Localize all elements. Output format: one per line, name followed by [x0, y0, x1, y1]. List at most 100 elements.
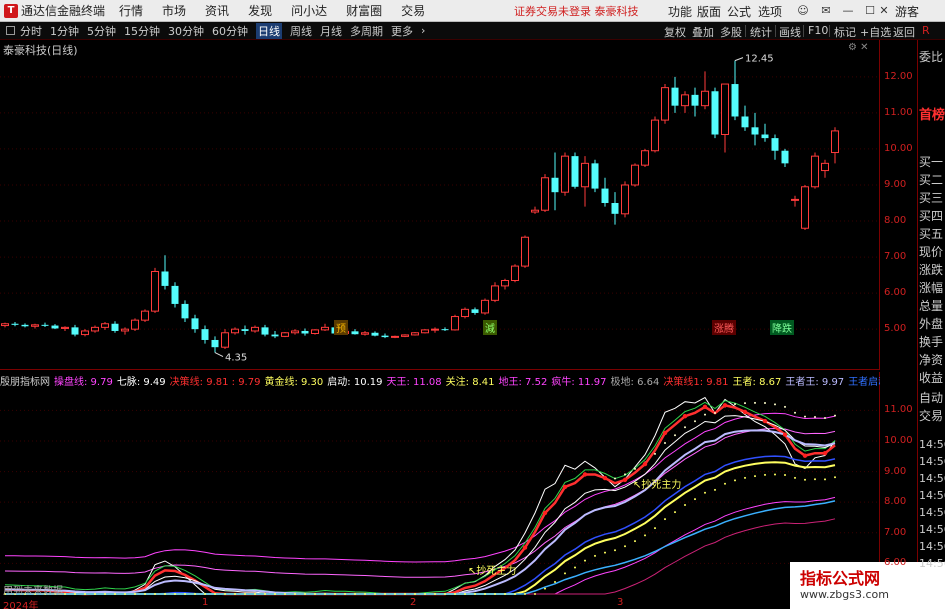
- candle[interactable]: [531, 206, 539, 214]
- candle[interactable]: [821, 159, 829, 178]
- tb-stats[interactable]: 统计: [750, 24, 772, 40]
- candle[interactable]: [571, 152, 579, 189]
- candle[interactable]: [381, 333, 389, 339]
- candle[interactable]: [281, 332, 289, 338]
- candle[interactable]: [361, 330, 369, 336]
- candle[interactable]: [31, 323, 39, 329]
- smile-icon[interactable]: ☺: [795, 2, 811, 18]
- candle[interactable]: [641, 148, 649, 167]
- candle[interactable]: [761, 123, 769, 142]
- menu-ask[interactable]: 问小达: [291, 2, 327, 19]
- menu-trade[interactable]: 交易: [401, 2, 425, 19]
- candle[interactable]: [81, 329, 89, 337]
- indicator-line[interactable]: [5, 518, 836, 595]
- candle[interactable]: [241, 325, 249, 335]
- candle[interactable]: [71, 324, 79, 337]
- candle[interactable]: [401, 334, 409, 338]
- indicator-line[interactable]: [4, 427, 836, 578]
- indicator-line[interactable]: [4, 396, 836, 595]
- indicator-panel[interactable]: [0, 372, 880, 597]
- candle[interactable]: [521, 235, 529, 268]
- period-15min[interactable]: 15分钟: [124, 23, 160, 39]
- minimize-icon[interactable]: —: [840, 2, 856, 18]
- candle[interactable]: [221, 329, 229, 349]
- candle[interactable]: [771, 134, 779, 160]
- candle[interactable]: [11, 321, 19, 327]
- tb-mark[interactable]: 标记: [834, 24, 856, 40]
- candle[interactable]: [671, 76, 679, 113]
- candle[interactable]: [781, 148, 789, 167]
- tb-overlay[interactable]: 叠加: [692, 24, 714, 40]
- candle[interactable]: [1, 322, 9, 328]
- guest-label[interactable]: 游客: [895, 3, 919, 20]
- candle[interactable]: [581, 156, 589, 207]
- candle[interactable]: [421, 329, 429, 334]
- candle[interactable]: [561, 152, 569, 196]
- tb-back[interactable]: 返回: [893, 24, 915, 40]
- candle[interactable]: [691, 87, 699, 117]
- candle[interactable]: [721, 83, 729, 153]
- menu-discover[interactable]: 发现: [248, 2, 272, 19]
- menu-wealth[interactable]: 财富圈: [346, 2, 382, 19]
- menu-news[interactable]: 资讯: [205, 2, 229, 19]
- period-multi[interactable]: 多周期: [350, 23, 383, 39]
- candle[interactable]: [701, 71, 709, 110]
- tb-r-mark[interactable]: R: [922, 24, 930, 37]
- candle[interactable]: [651, 116, 659, 153]
- envelope-icon[interactable]: ✉: [818, 2, 834, 18]
- tb-multistock[interactable]: 多股: [720, 24, 742, 40]
- candle[interactable]: [621, 181, 629, 218]
- tb-add-watch[interactable]: +自选: [860, 24, 891, 40]
- indicator-line[interactable]: [4, 412, 836, 563]
- menu-options[interactable]: 选项: [758, 3, 782, 20]
- candle[interactable]: [131, 318, 139, 331]
- candle[interactable]: [261, 324, 269, 337]
- candle[interactable]: [711, 87, 719, 139]
- kline-panel[interactable]: 12.45 4.35 泰豪科技(日线) ⚙ ✕: [0, 40, 880, 370]
- candle[interactable]: [201, 325, 209, 344]
- period-5min[interactable]: 5分钟: [87, 23, 116, 39]
- candle[interactable]: [461, 307, 469, 319]
- panel-toggle-icon[interactable]: [6, 26, 15, 35]
- candle[interactable]: [171, 282, 179, 308]
- period-60min[interactable]: 60分钟: [212, 23, 248, 39]
- indicator-line[interactable]: [4, 403, 836, 596]
- candle[interactable]: [661, 84, 669, 124]
- tb-f10[interactable]: F10: [808, 24, 828, 37]
- candle[interactable]: [291, 329, 299, 335]
- candle[interactable]: [111, 321, 119, 333]
- candle[interactable]: [791, 195, 799, 207]
- candle[interactable]: [21, 323, 29, 328]
- candle[interactable]: [371, 331, 379, 337]
- period-daily[interactable]: 日线: [256, 22, 282, 39]
- indicator-line[interactable]: [5, 496, 836, 595]
- menu-layout[interactable]: 版面: [697, 3, 721, 20]
- candle[interactable]: [211, 336, 219, 353]
- menu-market[interactable]: 行情: [119, 2, 143, 19]
- candle[interactable]: [511, 264, 519, 283]
- indicator-chart[interactable]: [0, 372, 880, 597]
- candle[interactable]: [471, 307, 479, 315]
- candle[interactable]: [141, 309, 149, 322]
- candle[interactable]: [121, 327, 129, 335]
- candle[interactable]: [51, 324, 59, 330]
- menu-markets[interactable]: 市场: [162, 2, 186, 19]
- panel-controls-icon[interactable]: ⚙ ✕: [848, 42, 869, 53]
- chevron-right-icon[interactable]: ›: [421, 24, 425, 37]
- candle[interactable]: [741, 105, 749, 131]
- candle[interactable]: [591, 159, 599, 193]
- candle[interactable]: [481, 298, 489, 315]
- candle[interactable]: [451, 314, 459, 331]
- candle[interactable]: [551, 152, 559, 211]
- close-icon[interactable]: ✕: [876, 2, 892, 18]
- candle[interactable]: [311, 329, 319, 335]
- menu-function[interactable]: 功能: [668, 3, 692, 20]
- candle[interactable]: [91, 325, 99, 333]
- candle[interactable]: [501, 278, 509, 290]
- indicator-line[interactable]: [4, 429, 836, 595]
- candle[interactable]: [61, 326, 69, 331]
- candle[interactable]: [441, 327, 449, 331]
- indicator-line[interactable]: [5, 500, 836, 595]
- period-30min[interactable]: 30分钟: [168, 23, 204, 39]
- candle[interactable]: [161, 255, 169, 290]
